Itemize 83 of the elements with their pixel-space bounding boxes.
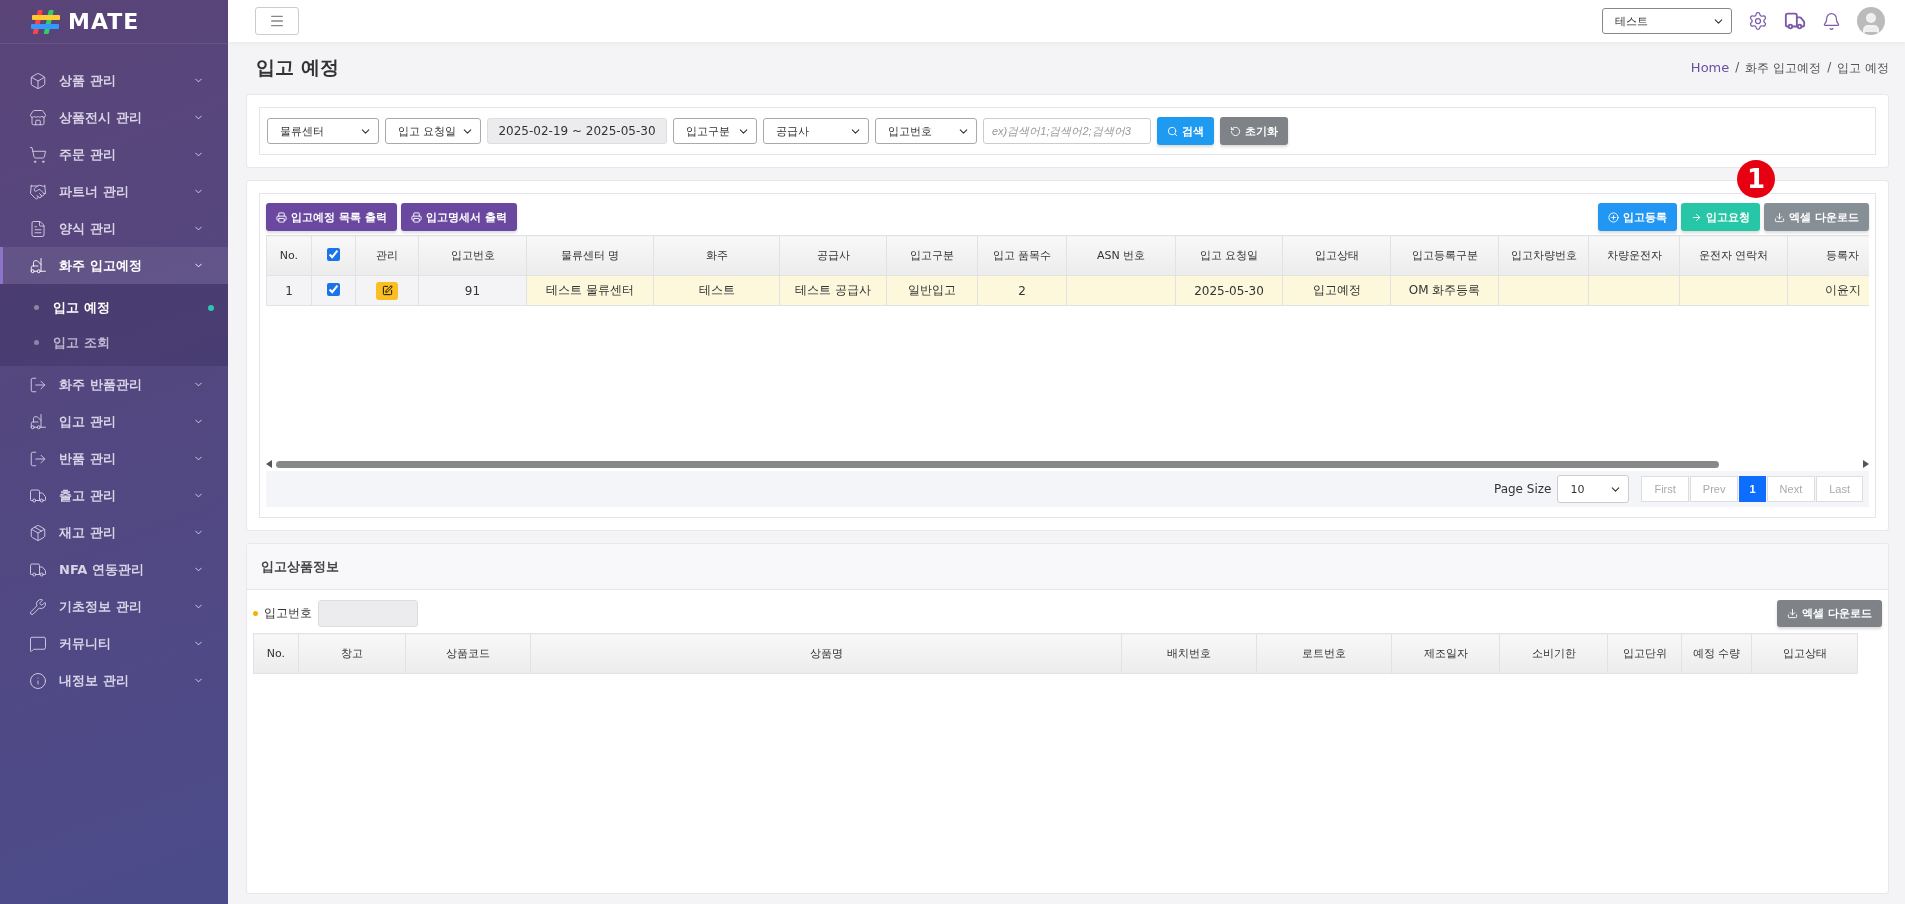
column-header: 입고상태 <box>1282 235 1391 276</box>
column-header: 입고번호 <box>418 235 527 276</box>
column-header: 물류센터 명 <box>526 235 654 276</box>
breadcrumb-separator: / <box>1735 59 1740 76</box>
column-header: 공급사 <box>779 235 887 276</box>
column-header: No. <box>266 235 312 276</box>
sidebar-item[interactable]: 커뮤니티 <box>0 625 228 662</box>
breadcrumb-link[interactable]: Home <box>1690 59 1730 77</box>
column-header: 입고구분 <box>886 235 978 276</box>
submenu-item[interactable]: 입고 예정 <box>0 290 228 325</box>
column-header: 소비기한 <box>1499 633 1608 674</box>
column-header: ASN 번호 <box>1066 235 1176 276</box>
sidebar-item[interactable]: 주문 관리 <box>0 136 228 173</box>
sidebar-item[interactable]: 재고 관리 <box>0 514 228 551</box>
sidebar-item[interactable]: 파트너 관리 <box>0 173 228 210</box>
sidebar-item[interactable]: 내정보 관리 <box>0 662 228 699</box>
date-range-field[interactable]: 2025-02-19 ~ 2025-05-30 <box>487 118 667 144</box>
column-header: 상품코드 <box>405 633 531 674</box>
sidebar-item[interactable]: 양식 관리 <box>0 210 228 247</box>
print-button[interactable]: 입고예정 목록 출력 <box>266 203 397 231</box>
table-cell: 테스트 물류센터 <box>526 275 654 306</box>
table-cell: 2 <box>977 275 1067 306</box>
table-cell: 이윤지 <box>1787 275 1869 306</box>
sidebar-item[interactable]: 기초정보 관리 <box>0 588 228 625</box>
breadcrumb-item: 화주 입고예정 <box>1745 59 1822 77</box>
table-cell: 91 <box>418 275 527 306</box>
column-header: 입고 요청일 <box>1175 235 1283 276</box>
column-header: 창고 <box>298 633 406 674</box>
breadcrumb-separator: / <box>1827 59 1832 76</box>
table-cell: 일반입고 <box>886 275 978 306</box>
sidebar-item[interactable]: 출고 관리 <box>0 477 228 514</box>
sidebar-item[interactable]: 화주 반품관리 <box>0 366 228 403</box>
search-button[interactable]: 검색 <box>1157 117 1214 145</box>
table-cell: 2025-05-30 <box>1175 275 1283 306</box>
column-header: No. <box>253 633 299 674</box>
column-header: 제조일자 <box>1391 633 1500 674</box>
page-size-label: Page Size <box>1493 482 1552 496</box>
table-cell: 테스트 <box>653 275 780 306</box>
print-button[interactable]: 입고명세서 출력 <box>400 203 517 231</box>
column-header: 화주 <box>653 235 780 276</box>
column-header: 입고상태 <box>1751 633 1858 674</box>
step-marker: 1 <box>1737 160 1775 198</box>
dropdown[interactable]: 물류센터 <box>267 118 379 144</box>
dropdown[interactable]: 입고 요청일 <box>385 118 481 144</box>
column-header: 예정 수량 <box>1681 633 1752 674</box>
table-cell: OM 화주등록 <box>1390 275 1499 306</box>
sidebar-item[interactable]: NFA 연동관리 <box>0 551 228 588</box>
column-header: 운전자 연락처 <box>1679 235 1788 276</box>
column-header: 로트번호 <box>1256 633 1392 674</box>
dropdown[interactable]: 공급사 <box>763 118 869 144</box>
page-size-select[interactable]: 10 <box>1557 475 1630 503</box>
breadcrumb-item: 입고 예정 <box>1837 59 1889 77</box>
column-header: 입고차량번호 <box>1498 235 1589 276</box>
column-header: 차량운전자 <box>1588 235 1680 276</box>
logo-text: MATE <box>68 9 140 34</box>
page-title: 입고 예정 <box>256 55 339 80</box>
sidebar-item[interactable]: 입고 관리 <box>0 403 228 440</box>
excel-button[interactable]: 엑셀 다운로드 <box>1777 600 1882 627</box>
column-header: 배치번호 <box>1121 633 1257 674</box>
table-cell: 1 <box>266 275 312 306</box>
field-label: 입고번호 <box>264 605 312 622</box>
page-button[interactable]: 1 <box>1739 476 1766 502</box>
sidebar-item[interactable]: 상품전시 관리 <box>0 99 228 136</box>
column-header: 입고단위 <box>1607 633 1682 674</box>
keyword-field[interactable]: ex)검색어1;검색어2;검색어3 <box>983 118 1151 144</box>
reset-button[interactable]: 초기화 <box>1220 117 1288 145</box>
submenu-item[interactable]: 입고 조회 <box>0 325 228 360</box>
sidebar-item[interactable]: 상품 관리 <box>0 62 228 99</box>
column-header: 상품명 <box>530 633 1122 674</box>
register-button[interactable]: 입고등록 <box>1598 203 1678 231</box>
account-select[interactable]: 테스트 <box>1602 8 1732 34</box>
dropdown[interactable]: 입고번호 <box>875 118 977 144</box>
column-header: 등록자 <box>1787 235 1869 276</box>
section-title: 입고상품정보 <box>247 544 1888 590</box>
excel-button[interactable]: 엑셀 다운로드 <box>1764 203 1869 231</box>
table-cell: 입고예정 <box>1282 275 1391 306</box>
column-header: 관리 <box>355 235 419 276</box>
sidebar-item[interactable]: 화주 입고예정 <box>0 247 228 284</box>
dropdown[interactable]: 입고구분 <box>673 118 757 144</box>
column-header: 입고 품목수 <box>977 235 1067 276</box>
sidebar-item[interactable]: 반품 관리 <box>0 440 228 477</box>
table-cell: 테스트 공급사 <box>779 275 887 306</box>
column-header: 입고등록구분 <box>1390 235 1499 276</box>
